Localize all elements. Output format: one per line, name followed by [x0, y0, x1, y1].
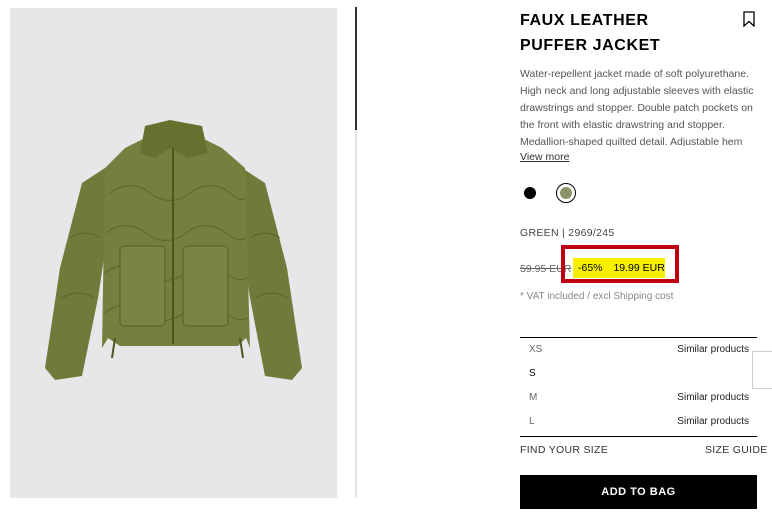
size-option-l[interactable]: L Similar products	[520, 410, 757, 434]
vat-note: * VAT included / excl Shipping cost	[520, 291, 674, 302]
product-title: FAUX LEATHER PUFFER JACKET	[520, 12, 661, 54]
bookmark-icon[interactable]	[742, 11, 756, 27]
color-swatch-black[interactable]	[524, 187, 536, 199]
color-swatch-green-fill	[560, 187, 572, 199]
product-description: Water-repellent jacket made of soft poly…	[520, 68, 754, 146]
color-swatch-green[interactable]	[556, 183, 576, 203]
jacket-illustration	[45, 120, 302, 380]
similar-products-link[interactable]: Similar products	[677, 338, 749, 362]
product-image[interactable]	[10, 8, 337, 498]
size-label: L	[529, 416, 535, 427]
gallery-scrollbar-thumb[interactable]	[355, 7, 357, 130]
size-option-s[interactable]: S	[520, 362, 757, 386]
size-guide-link[interactable]: SIZE GUIDE	[705, 444, 768, 456]
color-code: GREEN | 2969/245	[520, 227, 615, 239]
size-option-m[interactable]: M Similar products	[520, 386, 757, 410]
add-to-bag-button[interactable]: ADD TO BAG	[520, 475, 757, 509]
size-label: S	[529, 368, 536, 379]
size-selector-divider	[520, 436, 757, 437]
view-more-link[interactable]: View more	[520, 151, 569, 163]
find-your-size-link[interactable]: FIND YOUR SIZE	[520, 444, 608, 456]
similar-products-link[interactable]: Similar products	[677, 410, 749, 434]
size-label: M	[529, 392, 538, 403]
side-panel-tab[interactable]	[752, 351, 772, 389]
size-option-xs[interactable]: XS Similar products	[520, 338, 757, 362]
price-highlight-annotation	[561, 245, 679, 283]
size-label: XS	[529, 344, 543, 355]
similar-products-link[interactable]: Similar products	[677, 386, 749, 410]
size-selector: XS Similar products S M Similar products…	[520, 337, 757, 434]
